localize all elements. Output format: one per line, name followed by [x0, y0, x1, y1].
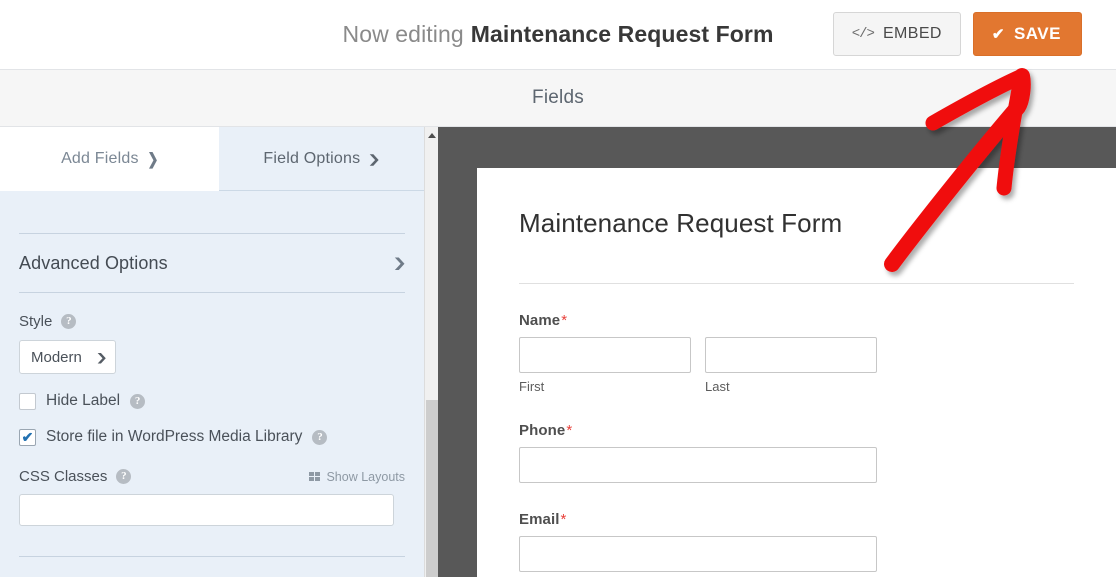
email-input[interactable]: [519, 536, 877, 572]
sidebar-body: Advanced Options ❯ Style ? Modern ❯ Hide…: [0, 191, 424, 577]
chevron-down-icon: ❯: [95, 351, 108, 364]
top-bar: Now editing Maintenance Request Form </>…: [0, 0, 1116, 70]
tab-field-options[interactable]: Field Options ❯: [219, 127, 424, 191]
form-field-phone: Phone*: [519, 422, 1074, 483]
required-asterisk: *: [560, 511, 567, 528]
name-first-input[interactable]: [519, 337, 691, 373]
sidebar-scrollbar-thumb[interactable]: [426, 400, 438, 577]
code-icon: </>: [851, 26, 875, 42]
label-text: Name: [519, 312, 561, 329]
css-classes-row: CSS Classes ? Show Layouts: [19, 468, 405, 485]
help-icon[interactable]: ?: [61, 314, 77, 329]
show-layouts-button[interactable]: Show Layouts: [308, 469, 405, 484]
tab-fields[interactable]: Fields: [532, 87, 584, 109]
chevron-down-icon: ❯: [392, 255, 407, 270]
css-classes-input[interactable]: [19, 494, 394, 526]
divider-bottom: [19, 556, 405, 557]
label-text: Email: [519, 511, 560, 528]
help-icon[interactable]: ?: [130, 393, 146, 409]
top-bar-actions: </> EMBED ✔ SAVE: [832, 12, 1082, 56]
divider-under-section: [19, 292, 405, 293]
form-card: Maintenance Request Form Name* First Las…: [477, 168, 1116, 577]
advanced-options-section-header[interactable]: Advanced Options ❯: [19, 234, 407, 292]
store-file-checkbox-row[interactable]: ✔ Store file in WordPress Media Library …: [19, 428, 405, 446]
css-classes-label-group: CSS Classes ?: [19, 468, 132, 485]
style-label-row: Style ?: [19, 313, 405, 330]
show-layouts-label: Show Layouts: [326, 469, 405, 484]
check-icon: ✔: [991, 26, 1005, 43]
field-options-sidebar: Add Fields ❯ Field Options ❯ Advanced Op…: [0, 127, 438, 577]
embed-button-label: EMBED: [882, 25, 942, 42]
sidebar-tabs: Add Fields ❯ Field Options ❯: [0, 127, 424, 191]
save-button[interactable]: ✔ SAVE: [972, 12, 1082, 56]
chevron-right-icon: ❯: [147, 149, 159, 168]
hide-label-checkbox[interactable]: [19, 392, 36, 410]
help-icon[interactable]: ?: [312, 429, 328, 445]
email-inputs: [519, 536, 1074, 572]
help-icon[interactable]: ?: [116, 469, 132, 484]
form-field-phone-label: Phone*: [519, 422, 1074, 439]
label-text: Phone: [519, 422, 566, 439]
preview-form-title: Maintenance Request Form: [519, 208, 843, 238]
store-file-text: Store file in WordPress Media Library: [46, 428, 303, 445]
checkmark-icon: ✔: [21, 428, 34, 445]
hide-label-text: Hide Label: [46, 392, 121, 409]
required-asterisk: *: [561, 312, 568, 329]
form-field-email: Email*: [519, 511, 1074, 572]
tab-add-fields-label: Add Fields: [61, 149, 139, 167]
form-field-name: Name* First Last: [519, 312, 1074, 394]
form-field-name-label: Name*: [519, 312, 1074, 329]
hide-label-checkbox-row[interactable]: Hide Label ?: [19, 392, 405, 410]
sidebar-scrollbar-track[interactable]: [424, 127, 438, 577]
store-file-checkbox[interactable]: ✔: [19, 428, 36, 446]
name-last-input[interactable]: [705, 337, 877, 373]
scroll-up-arrow-icon[interactable]: [425, 127, 438, 143]
form-builder-screen: Now editing Maintenance Request Form </>…: [0, 0, 1116, 577]
tab-add-fields[interactable]: Add Fields ❯: [0, 127, 219, 191]
grid-icon: [308, 471, 321, 482]
save-button-label: SAVE: [1013, 24, 1061, 43]
phone-input[interactable]: [519, 447, 877, 483]
style-label: Style: [19, 313, 53, 330]
style-select-value: Modern: [31, 348, 82, 366]
name-sublabels: First Last: [519, 379, 1074, 394]
form-field-email-label: Email*: [519, 511, 1074, 528]
name-last-sublabel: Last: [705, 379, 730, 394]
phone-inputs: [519, 447, 1074, 483]
form-preview-area: Maintenance Request Form Name* First Las…: [438, 127, 1116, 577]
now-editing-prefix: Now editing: [342, 21, 464, 47]
style-select[interactable]: Modern ❯: [19, 340, 116, 374]
form-title-divider: [519, 283, 1074, 284]
chevron-down-icon: ❯: [367, 151, 382, 166]
editing-form-name: Maintenance Request Form: [470, 21, 774, 47]
fields-tab-bar: Fields: [0, 70, 1116, 127]
name-inputs: [519, 337, 1074, 373]
css-classes-label: CSS Classes: [19, 468, 108, 485]
required-asterisk: *: [566, 422, 573, 439]
embed-button[interactable]: </> EMBED: [832, 12, 961, 56]
advanced-options-label: Advanced Options: [19, 252, 168, 273]
tab-field-options-label: Field Options: [263, 149, 361, 167]
name-first-sublabel: First: [519, 379, 545, 394]
